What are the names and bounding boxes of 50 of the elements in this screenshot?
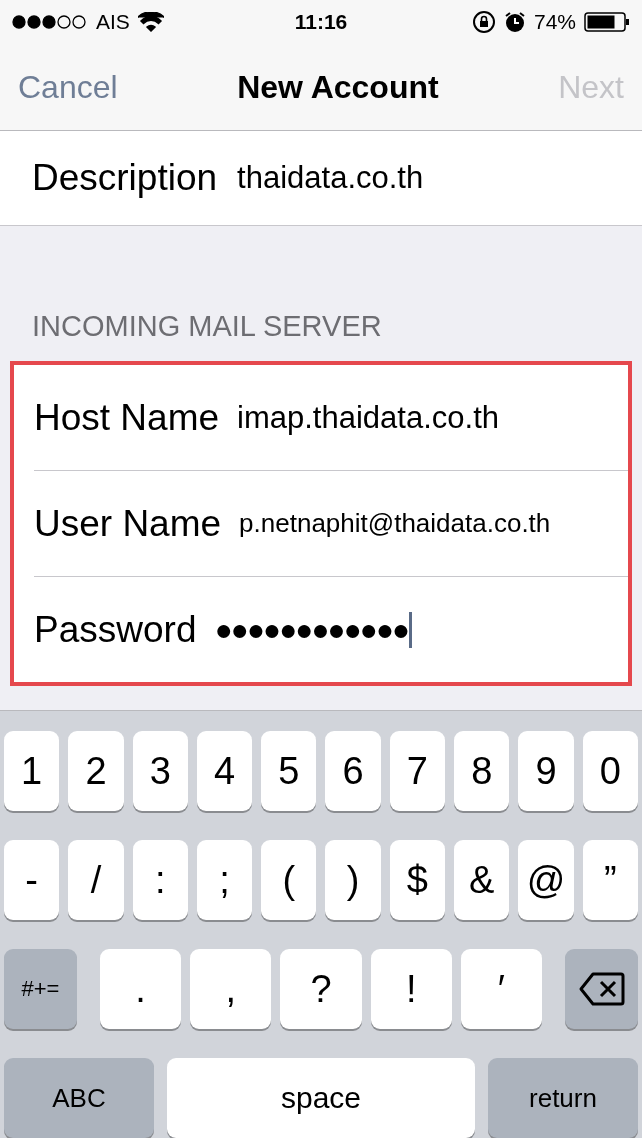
alarm-icon — [503, 11, 526, 33]
keyboard-key[interactable]: : — [132, 840, 188, 920]
keyboard-key[interactable]: ′ — [460, 949, 542, 1029]
keyboard-key[interactable]: 8 — [454, 731, 510, 811]
keyboard-key[interactable]: 6 — [325, 731, 381, 811]
keyboard-key[interactable]: ABC — [4, 1058, 154, 1138]
field-label: Description — [32, 157, 218, 199]
screen-title: New Account — [237, 68, 439, 106]
input-field[interactable]: thaidata.co.th — [237, 160, 424, 196]
field-label: Host Name — [34, 396, 220, 439]
password-field[interactable]: ●●●●●●●●●●●● — [214, 611, 412, 648]
keyboard-key[interactable]: . — [100, 949, 182, 1029]
keyboard-key[interactable]: 4 — [196, 731, 253, 811]
carrier-name: AIS — [96, 10, 130, 34]
keyboard-key[interactable]: $ — [389, 840, 446, 920]
keyboard-key[interactable]: , — [190, 949, 272, 1029]
wifi-icon — [137, 12, 164, 32]
signal-icon — [12, 15, 88, 29]
keyboard-key[interactable]: & — [454, 840, 510, 920]
keyboard-key[interactable]: 5 — [261, 731, 317, 811]
cancel-button[interactable]: Cancel — [18, 68, 118, 106]
delete-key[interactable] — [565, 949, 638, 1029]
keyboard-key[interactable]: - — [4, 840, 60, 920]
battery-percent: 74% — [533, 10, 576, 34]
keyboard-key[interactable]: 2 — [68, 731, 124, 811]
space-key[interactable]: space — [167, 1058, 475, 1138]
keyboard-key[interactable]: @ — [518, 840, 574, 920]
backspace-icon — [578, 972, 625, 1006]
keyboard-key[interactable]: ? — [280, 949, 362, 1029]
input-field[interactable]: p.netnaphit@thaidata.co.th — [239, 508, 551, 539]
field-label: User Name — [34, 502, 222, 545]
keyboard-key[interactable]: 3 — [132, 731, 188, 811]
keyboard-key[interactable]: 7 — [389, 731, 446, 811]
keyboard-key[interactable]: 1 — [4, 731, 60, 811]
keyboard-key[interactable]: ” — [582, 840, 638, 920]
keyboard-key[interactable]: return — [488, 1058, 638, 1138]
section-header: INCOMING MAIL SERVER — [31, 309, 383, 344]
field-label: Password — [34, 608, 197, 651]
keyboard-key[interactable]: ) — [325, 840, 381, 920]
keyboard-key[interactable]: ! — [370, 949, 452, 1029]
keyboard-key[interactable]: 0 — [582, 731, 638, 811]
keyboard-key[interactable]: 9 — [518, 731, 574, 811]
clock-time: 11:16 — [294, 10, 348, 34]
battery-icon — [584, 12, 630, 32]
keyboard-key[interactable]: ( — [261, 840, 317, 920]
rotation-lock-icon — [471, 10, 496, 34]
keyboard-key[interactable]: ; — [196, 840, 253, 920]
symbols-key[interactable]: #+= — [4, 949, 77, 1029]
keyboard-key[interactable]: / — [68, 840, 124, 920]
input-field[interactable]: imap.thaidata.co.th — [237, 399, 499, 436]
